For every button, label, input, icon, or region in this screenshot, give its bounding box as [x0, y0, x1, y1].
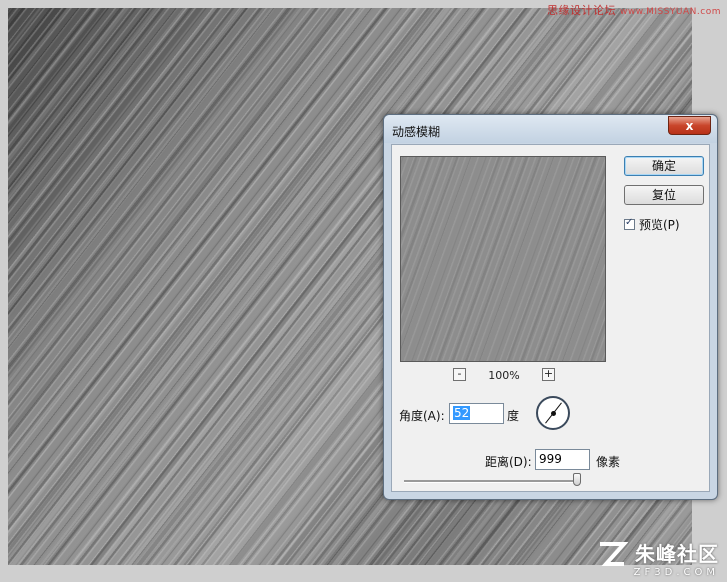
zoom-out-button[interactable]: -: [453, 368, 466, 381]
angle-value: 52: [453, 406, 471, 420]
z-logo-icon: [599, 542, 628, 566]
watermark-site: www.MISSYUAN.com: [619, 7, 721, 17]
preview-label: 预览(P): [639, 218, 680, 232]
logo-en: ZF3D.COM: [633, 567, 719, 578]
motion-blur-dialog: 动感模糊 x - 100% + 确定 复位 预览(P) 角度(A): 52 度 …: [383, 114, 718, 500]
distance-slider-track[interactable]: [404, 480, 576, 483]
dialog-client: - 100% + 确定 复位 预览(P) 角度(A): 52 度 距离(D): …: [391, 144, 710, 492]
close-button[interactable]: x: [668, 116, 711, 135]
reset-button[interactable]: 复位: [624, 185, 704, 205]
watermark-top: 思缘设计论坛 www.MISSYUAN.com: [547, 2, 721, 18]
angle-label: 角度(A):: [399, 409, 445, 423]
distance-slider-thumb[interactable]: [573, 473, 581, 486]
angle-unit: 度: [507, 409, 520, 423]
distance-unit: 像素: [596, 455, 621, 469]
dialog-titlebar[interactable]: 动感模糊 x: [384, 115, 717, 143]
distance-input[interactable]: 999: [535, 449, 590, 470]
preview-checkbox-row[interactable]: 预览(P): [624, 216, 680, 233]
site-logo: 朱峰社区 ZF3D.COM: [599, 538, 719, 578]
angle-input[interactable]: 52: [449, 403, 504, 424]
zoom-in-button[interactable]: +: [542, 368, 555, 381]
watermark-cn: 思缘设计论坛: [546, 4, 616, 17]
ok-button[interactable]: 确定: [624, 156, 704, 176]
logo-cn: 朱峰社区: [635, 542, 719, 566]
dialog-title: 动感模糊: [392, 125, 441, 139]
zoom-level: 100%: [488, 369, 520, 382]
preview-checkbox[interactable]: [624, 217, 635, 230]
preview-pane[interactable]: [400, 156, 606, 362]
dial-center-icon: [551, 411, 556, 416]
angle-dial[interactable]: [536, 396, 570, 430]
distance-label: 距离(D):: [485, 455, 532, 469]
